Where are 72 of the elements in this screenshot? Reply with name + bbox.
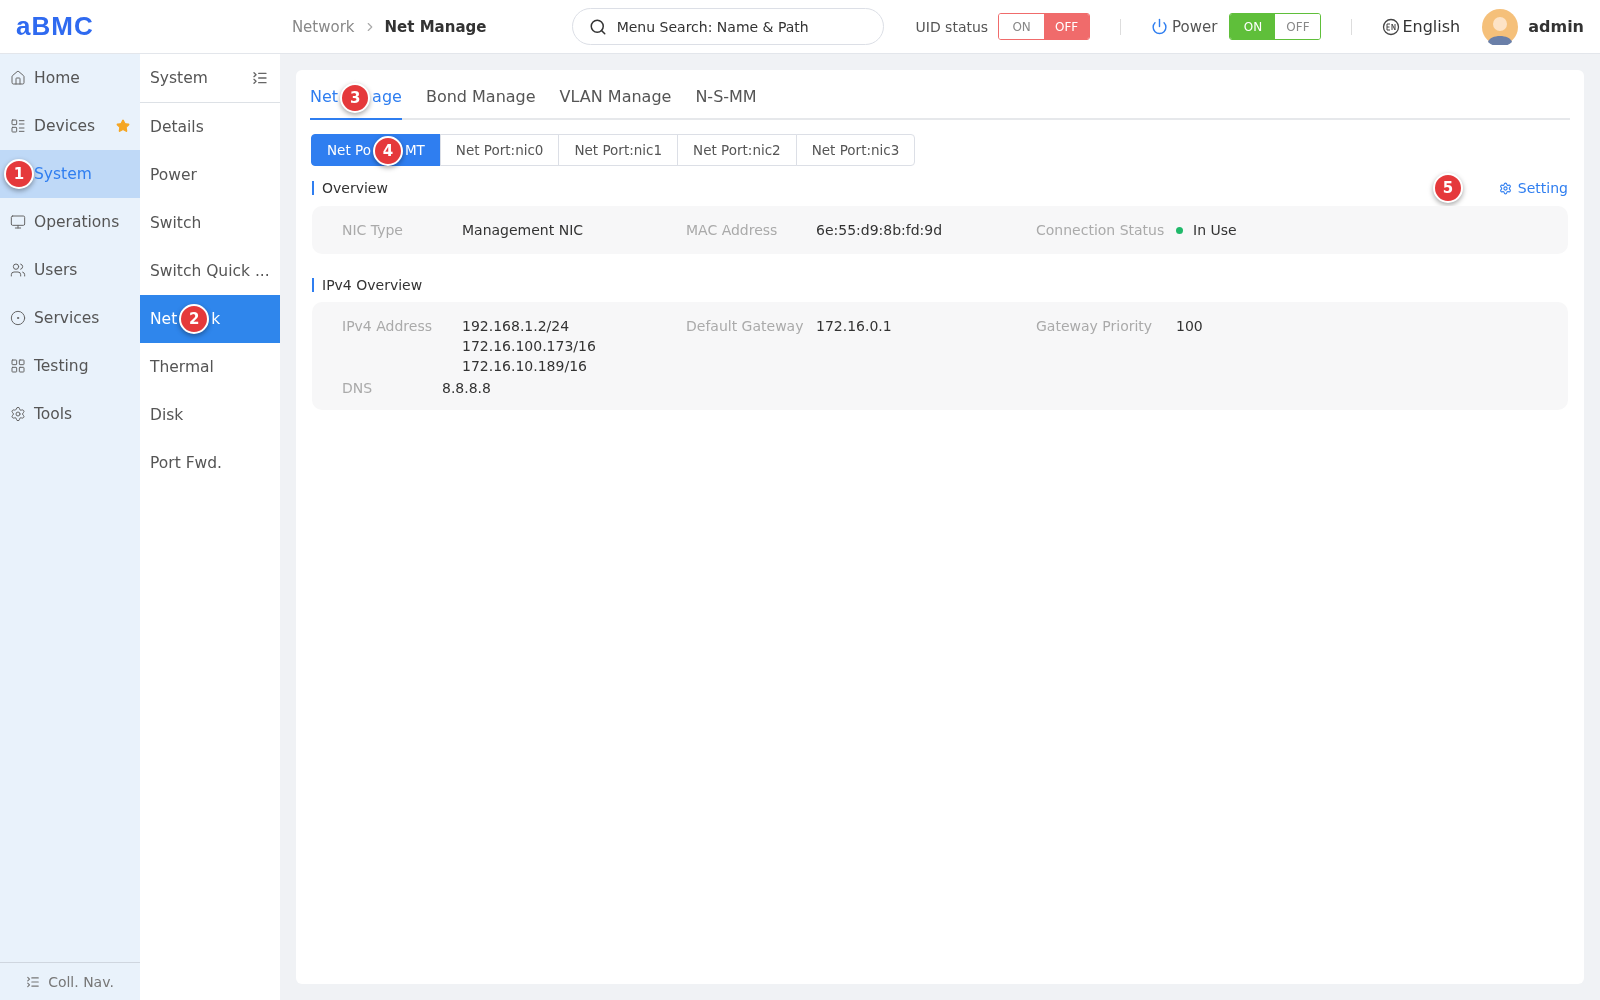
circle-icon [10,310,26,326]
power-icon [1151,18,1169,35]
settings-icon [10,406,26,422]
field-label: Connection Status [1036,222,1166,238]
user-name[interactable]: admin [1528,17,1584,36]
language-icon[interactable] [1382,17,1401,36]
nav-item[interactable]: Users [0,246,140,294]
subnav-item[interactable]: Disk [140,391,280,439]
field-value: 172.16.10.189/16 [462,358,588,374]
collapse-icon[interactable] [252,70,268,86]
field-label: IPv4 Address [342,318,433,334]
field-label: DNS [342,380,374,396]
list-icon [10,118,26,134]
search-icon [588,17,607,36]
callout-marker: 2 [179,304,210,334]
nav-item[interactable]: 1 System [0,150,140,198]
breadcrumb-item[interactable]: Network [291,17,355,36]
section-title: IPv4 Overview [312,278,423,292]
subnav-item[interactable]: Power [140,151,280,199]
field-value: 172.16.100.173/16 [462,338,597,354]
callout-marker: 5 [1432,173,1463,203]
gear-icon [1498,181,1512,195]
field-value: 6e:55:d9:8b:fd:9d [816,222,944,238]
subnav-item[interactable]: Net 2 k [140,295,280,343]
tab[interactable]: Bond Manage [425,87,536,120]
callout-marker: 1 [4,159,34,189]
tab[interactable]: N-S-MM [695,87,757,120]
logo: aBMC [16,11,95,42]
subnav-item[interactable]: Port Fwd. [140,439,280,487]
port-tab[interactable]: Net Port:nic0 [439,134,560,166]
subnav-item[interactable]: Switch [140,199,280,247]
tab[interactable]: Net 3 age [310,87,402,120]
field-value: Management NIC [462,222,585,238]
tab[interactable]: VLAN Manage [559,87,672,120]
breadcrumb-item: Net Manage [384,17,487,36]
subnav-item[interactable]: Thermal [140,343,280,391]
nav-item[interactable]: Operations [0,198,140,246]
grid-icon [10,358,26,374]
callout-marker: 4 [372,136,403,166]
field-value: 100 [1176,318,1204,334]
subnav-item[interactable]: Switch Quick ... [140,247,280,295]
callout-marker: 3 [340,82,371,113]
avatar-icon[interactable] [1482,8,1519,45]
field-label: NIC Type [342,222,404,238]
nav-item[interactable]: Tools [0,390,140,438]
collapse-label: Coll. Nav. [48,973,114,990]
field-label: MAC Address [686,222,779,238]
setting-link[interactable]: Setting [1498,180,1568,196]
nav-item[interactable]: Devices [0,102,140,150]
field-value: 8.8.8.8 [442,380,492,396]
users-icon [10,262,26,278]
power-label: Power [1172,17,1218,36]
nav-item[interactable]: Services [0,294,140,342]
port-tab[interactable]: Net Port:nic2 [677,134,797,166]
monitor-icon [10,214,26,230]
uid-status-label: UID status [915,18,989,35]
subnav-item[interactable]: Details [140,103,280,151]
nav-item[interactable]: Testing [0,342,140,390]
home-icon [10,70,26,86]
section-title: Overview [312,181,388,195]
subnav-title: System [150,69,208,87]
field-value: 192.168.1.2/24 [462,318,571,334]
port-tab[interactable]: Net Po 4 MT [311,134,441,166]
port-tab[interactable]: Net Port:nic3 [795,134,916,166]
field-value: In Use [1176,222,1538,238]
field-label: Default Gateway [686,318,805,334]
field-label: Gateway Priority [1036,318,1154,334]
nav-item[interactable]: Home [0,54,140,102]
port-tab[interactable]: Net Port:nic1 [558,134,679,166]
field-value: 172.16.0.1 [816,318,893,334]
language-selector[interactable]: English [1402,17,1461,36]
collapse-icon [26,974,41,989]
